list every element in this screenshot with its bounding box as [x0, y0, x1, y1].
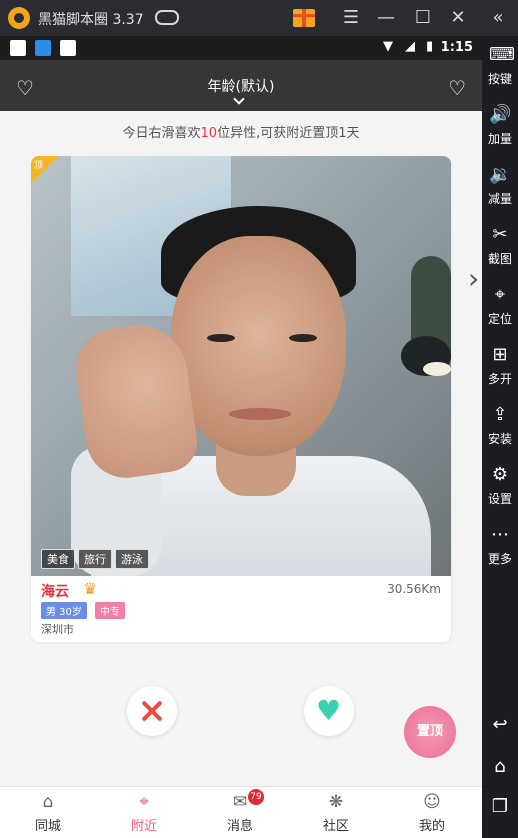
back-button[interactable]: ↩	[482, 714, 518, 740]
home-icon: ⌂	[494, 756, 506, 777]
age-filter-title[interactable]: 年龄(默认)	[0, 76, 482, 96]
volume-down-icon: 🔉	[489, 164, 512, 185]
recent-apps-icon: ❐	[491, 796, 509, 817]
interest-tag: 美食	[41, 549, 75, 569]
sidebar-label: 减量	[487, 192, 512, 206]
settings-icon: ⚙	[491, 464, 509, 485]
profile-name: 海云	[41, 584, 69, 600]
minimize-icon[interactable]: —	[374, 6, 398, 30]
profile-photo[interactable]: 顶 美食 旅行 游泳	[31, 156, 451, 576]
unread-badge: 79	[248, 789, 264, 805]
close-icon	[140, 699, 164, 723]
dislike-button[interactable]	[127, 686, 177, 736]
multi-open-icon: ⊞	[492, 344, 508, 365]
location-pin-icon: ⌖	[139, 792, 149, 812]
sidebar-label: 更多	[487, 552, 512, 566]
menu-icon[interactable]: ☰	[339, 6, 363, 30]
profile-icon: ☺	[423, 792, 441, 812]
gender-age-badge: 男 30岁	[41, 602, 87, 619]
tab-label: 消息	[226, 819, 253, 834]
profile-info: 海云 ♛ 30.56Km 男 30岁 中专 深圳市	[31, 576, 451, 642]
tab-label: 同城	[34, 819, 61, 834]
apk-icon: ⇪	[492, 404, 508, 425]
notice-text: 位异性,可获附近置顶1天	[217, 126, 360, 141]
tab-messages[interactable]: ✉ 79 消息	[192, 787, 288, 838]
keyboard-icon: ⌨	[489, 44, 515, 65]
sidebar-item-volume-down[interactable]: 🔉 减量	[482, 164, 518, 207]
sidebar-item-keys[interactable]: ⌨ 按键	[482, 44, 518, 87]
collapse-sidebar-icon[interactable]: «	[486, 6, 510, 30]
interest-tag: 游泳	[115, 549, 149, 569]
tab-label: 社区	[322, 819, 349, 834]
bottom-nav: ⌂ 同城 ⌖ 附近 ✉ 79 消息 ❋ 社区 ☺ 我的	[0, 786, 482, 838]
pinned-label: 顶	[34, 161, 44, 171]
sidebar-label: 定位	[487, 312, 512, 326]
sidebar-label: 多开	[487, 372, 512, 386]
sidebar-item-install[interactable]: ⇪ 安装	[482, 404, 518, 447]
tab-profile[interactable]: ☺ 我的	[384, 787, 480, 838]
community-icon: ❋	[328, 792, 344, 812]
battery-icon: ▮	[426, 39, 434, 54]
interest-tags: 美食 旅行 游泳	[41, 548, 152, 569]
home-icon: ⌂	[42, 792, 54, 812]
heart-icon[interactable]: ♡	[448, 76, 466, 100]
signal-icon: ◢	[405, 39, 415, 54]
notification-icon	[60, 40, 76, 56]
tab-community[interactable]: ❋ 社区	[288, 787, 384, 838]
like-button[interactable]: ♥	[304, 686, 354, 736]
status-time: 1:15	[440, 40, 473, 55]
profile-distance: 30.56Km	[387, 582, 441, 596]
phone-screen: ▼ ◢ ▮ 1:15 ♡ 年龄(默认) ♡ 今日右滑喜欢10位异性,可获附近置顶…	[0, 36, 482, 838]
sidebar-item-settings[interactable]: ⚙ 设置	[482, 464, 518, 507]
emulator-title: 黑猫脚本圈 3.37	[38, 12, 144, 28]
home-button[interactable]: ⌂	[482, 756, 518, 782]
promo-label: 置顶	[416, 724, 443, 739]
notice-count: 10	[200, 126, 218, 141]
pin-to-top-button[interactable]: 置顶	[404, 706, 456, 758]
sidebar-label: 安装	[487, 432, 512, 446]
vip-crown-icon: ♛	[83, 579, 98, 598]
back-icon: ↩	[492, 714, 508, 735]
sidebar-label: 截图	[487, 252, 512, 266]
notice-text: 今日右滑喜欢	[122, 126, 201, 141]
tab-same-city[interactable]: ⌂ 同城	[0, 787, 96, 838]
message-icon: ✉	[232, 792, 248, 812]
emulator-titlebar: 黑猫脚本圈 3.37 ☰ — ☐ ✕ «	[0, 0, 518, 36]
app-logo-icon	[8, 7, 30, 29]
status-bar: ▼ ◢ ▮ 1:15	[0, 36, 482, 60]
app-header: ♡ 年龄(默认) ♡	[0, 60, 482, 111]
volume-up-icon: 🔊	[489, 104, 512, 125]
notification-icon	[10, 40, 26, 56]
wifi-icon: ▼	[383, 39, 393, 54]
education-badge: 中专	[95, 602, 125, 619]
accessibility-icon	[35, 40, 51, 56]
location-icon: ⌖	[494, 284, 506, 305]
sidebar-label: 设置	[487, 492, 512, 506]
sidebar-item-location[interactable]: ⌖ 定位	[482, 284, 518, 327]
gift-icon[interactable]	[293, 9, 315, 27]
emulator-sidebar: ⌨ 按键 🔊 加量 🔉 减量 ✂ 截图 ⌖ 定位 ⊞ 多开 ⇪ 安装 ⚙ 设置 …	[482, 36, 518, 838]
more-icon: ⋯	[491, 524, 509, 545]
interest-tag: 旅行	[78, 549, 112, 569]
sidebar-label: 按键	[487, 72, 512, 86]
maximize-icon[interactable]: ☐	[411, 6, 435, 30]
profile-card[interactable]: 顶 美食 旅行 游泳 海云 ♛ 30.56Km 男 30岁 中专 深圳市	[31, 156, 451, 642]
tab-label: 附近	[130, 819, 157, 834]
gamepad-icon[interactable]	[155, 10, 179, 25]
recent-apps-button[interactable]: ❐	[482, 796, 518, 822]
close-icon[interactable]: ✕	[446, 6, 470, 30]
swipe-notice: 今日右滑喜欢10位异性,可获附近置顶1天	[0, 122, 482, 141]
chevron-right-icon[interactable]: ›	[468, 262, 479, 295]
scissors-icon: ✂	[492, 224, 508, 245]
heart-icon: ♥	[316, 694, 342, 727]
sidebar-label: 加量	[487, 132, 512, 146]
sidebar-item-volume-up[interactable]: 🔊 加量	[482, 104, 518, 147]
tab-label: 我的	[418, 819, 445, 834]
sidebar-item-screenshot[interactable]: ✂ 截图	[482, 224, 518, 267]
sidebar-item-multi-open[interactable]: ⊞ 多开	[482, 344, 518, 387]
sidebar-item-more[interactable]: ⋯ 更多	[482, 524, 518, 567]
profile-city: 深圳市	[41, 623, 74, 636]
tab-nearby[interactable]: ⌖ 附近	[96, 787, 192, 838]
